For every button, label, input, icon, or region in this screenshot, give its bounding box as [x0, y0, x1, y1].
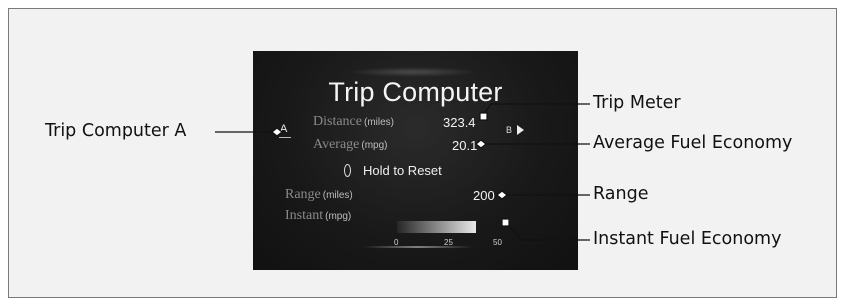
leader-trip-meter	[483, 103, 590, 115]
callout-trip-meter: Trip Meter	[593, 93, 681, 113]
anchor-trip-computer-a	[271, 127, 283, 137]
callout-instant-fuel-economy: Instant Fuel Economy	[593, 229, 782, 249]
leader-lines	[215, 103, 590, 241]
anchor-trip-meter	[479, 112, 488, 121]
leader-instant-fuel-economy	[505, 222, 590, 241]
callout-range: Range	[593, 184, 649, 204]
callout-trip-computer-a: Trip Computer A	[45, 121, 187, 141]
anchor-instant-fuel-economy	[501, 218, 510, 227]
anchor-average-fuel-economy	[475, 139, 487, 149]
callout-average-fuel-economy: Average Fuel Economy	[593, 133, 793, 153]
anchor-range	[496, 190, 508, 200]
